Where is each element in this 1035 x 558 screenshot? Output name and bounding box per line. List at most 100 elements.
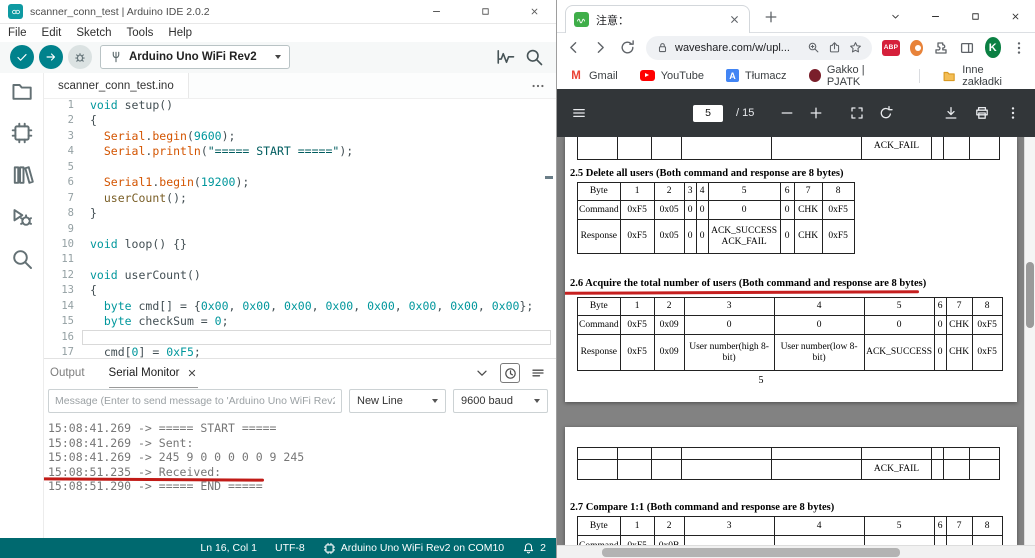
vertical-scrollbar[interactable] xyxy=(1024,137,1035,545)
pdf-cell: CHK xyxy=(945,315,973,335)
code-line[interactable]: 11 xyxy=(44,252,556,267)
sidebar-item-search[interactable] xyxy=(10,247,34,271)
maximize-button[interactable] xyxy=(480,6,491,17)
pdf-cell: 0xF5 xyxy=(619,315,655,335)
code-line[interactable]: 14 byte cmd[] = {0x00, 0x00, 0x00, 0x00,… xyxy=(44,299,556,314)
browser-close-button[interactable] xyxy=(995,0,1035,32)
pdf-more-icon[interactable] xyxy=(1005,105,1021,121)
menu-file[interactable]: File xyxy=(8,27,27,39)
fit-page-icon[interactable] xyxy=(849,105,865,121)
pdf-table-row: Byte 1 2 3 4 5 6 7 8 xyxy=(577,516,1003,536)
code-line[interactable]: 6 Serial1.begin(19200); xyxy=(44,175,556,190)
tab-serial-monitor[interactable]: Serial Monitor xyxy=(108,359,199,388)
sidebar-item-library-manager[interactable] xyxy=(10,163,34,187)
upload-button[interactable] xyxy=(39,45,63,69)
timestamp-toggle-icon[interactable] xyxy=(500,363,520,383)
line-number: 11 xyxy=(61,253,74,266)
browser-tab[interactable]: 注意： xyxy=(565,5,750,33)
browser-minimize-button[interactable] xyxy=(915,0,955,32)
code-line[interactable]: 7 userCount(); xyxy=(44,191,556,206)
extension-icon[interactable] xyxy=(910,39,923,56)
rotate-icon[interactable] xyxy=(878,105,894,121)
close-tab-icon[interactable] xyxy=(728,13,741,26)
pdf-cell: 3 xyxy=(683,516,775,536)
minimize-button[interactable] xyxy=(431,6,442,17)
tab-scanner-conn-test[interactable]: scanner_conn_test.ino xyxy=(44,73,189,98)
menu-help[interactable]: Help xyxy=(168,27,192,39)
code-line[interactable]: 17 cmd[0] = 0xF5; xyxy=(44,345,556,358)
code-line[interactable]: 2{ xyxy=(44,113,556,128)
close-button[interactable] xyxy=(529,6,540,17)
bookmark-gmail[interactable]: M Gmail xyxy=(569,69,618,83)
code-line[interactable]: 4 Serial.println("===== START ====="); xyxy=(44,144,556,159)
close-serial-monitor-icon[interactable] xyxy=(186,367,198,379)
tab-output[interactable]: Output xyxy=(50,359,85,387)
bookmark-star-icon[interactable] xyxy=(849,41,862,54)
line-number: 13 xyxy=(61,284,74,297)
profile-avatar[interactable]: K xyxy=(984,37,1001,58)
verify-button[interactable] xyxy=(10,45,34,69)
youtube-icon xyxy=(639,70,655,81)
menu-sketch[interactable]: Sketch xyxy=(76,27,111,39)
pdf-viewport[interactable]: ACK_FAIL 2.5 Delete all users (Both comma… xyxy=(557,137,1035,545)
code-line[interactable]: 8} xyxy=(44,206,556,221)
code-line[interactable]: 15 byte checkSum = 0; xyxy=(44,314,556,329)
board-selector-dropdown[interactable]: Arduino Uno WiFi Rev2 xyxy=(100,45,290,69)
code-editor[interactable]: 1 void setup() 2{3 Serial.begin(9600); 4 Se… xyxy=(44,98,556,358)
address-bar[interactable]: waveshare.com/w/upl... xyxy=(646,35,872,60)
share-icon[interactable] xyxy=(828,41,841,54)
serial-monitor-icon[interactable] xyxy=(524,47,544,67)
horizontal-scrollbar-thumb[interactable] xyxy=(602,548,900,557)
serial-plotter-icon[interactable] xyxy=(496,47,516,67)
code-line[interactable]: 16 xyxy=(44,329,556,346)
refresh-button[interactable] xyxy=(619,39,636,56)
code-line[interactable]: 1 void setup() xyxy=(44,98,556,113)
editor-more-actions-icon[interactable] xyxy=(530,78,546,94)
code-line[interactable]: 10 void loop() {} xyxy=(44,237,556,252)
code-line[interactable]: 9 xyxy=(44,222,556,237)
tab-search-icon[interactable] xyxy=(875,0,915,32)
menu-edit[interactable]: Edit xyxy=(42,27,62,39)
print-icon[interactable] xyxy=(974,105,990,121)
new-tab-button[interactable] xyxy=(763,9,779,25)
browser-menu-icon[interactable] xyxy=(1011,40,1027,56)
browser-maximize-button[interactable] xyxy=(955,0,995,32)
back-button[interactable] xyxy=(565,39,582,56)
code-line[interactable]: 3 Serial.begin(9600); xyxy=(44,129,556,144)
zoom-in-icon[interactable] xyxy=(808,105,824,121)
zoom-out-icon[interactable] xyxy=(779,105,795,121)
page-number-input[interactable]: 5 xyxy=(693,104,723,122)
extensions-puzzle-icon[interactable] xyxy=(933,40,949,56)
horizontal-scrollbar[interactable] xyxy=(557,545,1035,558)
code-line[interactable]: 13{ xyxy=(44,283,556,298)
board-icon xyxy=(109,50,123,64)
bookmark-gakko[interactable]: Gakko | PJATK xyxy=(808,64,898,88)
notifications-button[interactable]: 2 xyxy=(522,542,546,555)
menu-tools[interactable]: Tools xyxy=(127,27,154,39)
pdf-menu-icon[interactable] xyxy=(571,105,587,121)
code-line[interactable]: 12 void userCount() xyxy=(44,268,556,283)
serial-monitor-log[interactable]: 15:08:41.269 -> ===== START ===== 15:08:4… xyxy=(44,417,556,538)
code-line[interactable]: 5 xyxy=(44,160,556,175)
pdf-cell: 1 xyxy=(619,516,655,536)
download-icon[interactable] xyxy=(943,105,959,121)
forward-button[interactable] xyxy=(592,39,609,56)
sidebar-item-sketchbook[interactable] xyxy=(10,79,34,103)
pdf-cell xyxy=(651,137,682,160)
adblock-extension-icon[interactable]: ABP xyxy=(882,39,901,56)
serial-message-input[interactable] xyxy=(48,389,342,413)
line-ending-dropdown[interactable]: New Line xyxy=(349,389,446,413)
clear-output-icon[interactable] xyxy=(530,365,546,381)
sidebar-item-boards-manager[interactable] xyxy=(10,121,34,145)
side-panel-icon[interactable] xyxy=(959,40,975,56)
baud-rate-dropdown[interactable]: 9600 baud xyxy=(453,389,548,413)
bookmark-youtube[interactable]: YouTube xyxy=(639,70,704,82)
other-bookmarks[interactable]: Inne zakładki xyxy=(942,64,1023,88)
bookmark-translate[interactable]: A Tłumacz xyxy=(725,69,787,82)
collapse-panel-icon[interactable] xyxy=(474,365,490,381)
zoom-icon[interactable] xyxy=(807,41,820,54)
debug-button[interactable] xyxy=(68,45,92,69)
sidebar-item-debugger[interactable] xyxy=(10,205,34,229)
vertical-scrollbar-thumb[interactable] xyxy=(1026,262,1034,328)
line-number: 12 xyxy=(61,268,74,281)
